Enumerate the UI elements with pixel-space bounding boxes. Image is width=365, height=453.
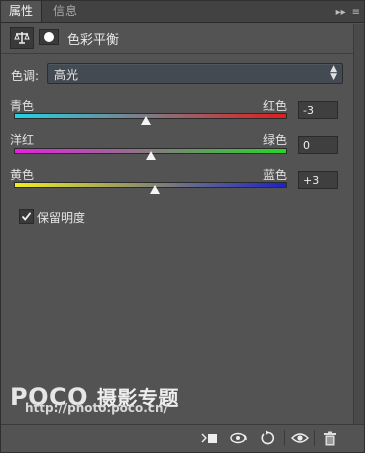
tab-controls: ▸▸ ≡ [336, 4, 360, 20]
tab-properties[interactable]: 属性 [1, 1, 43, 22]
panel-scrollbar[interactable] [353, 24, 364, 424]
reset-icon[interactable] [258, 429, 278, 447]
adjustment-header: 色彩平衡 [1, 23, 364, 54]
slider-right-label: 绿色 [263, 133, 288, 147]
trash-icon[interactable] [320, 429, 340, 447]
tab-info[interactable]: 信息 [45, 1, 85, 22]
slider-left-label: 青色 [10, 99, 35, 113]
checkmark-icon [21, 212, 32, 221]
yellow-blue-slider-thumb[interactable] [149, 185, 160, 194]
layer-mask-icon[interactable] [39, 29, 59, 45]
clip-to-layer-icon[interactable] [199, 429, 219, 447]
collapse-panels-icon[interactable]: ▸▸ [336, 7, 346, 18]
tone-label: 色调: [11, 69, 40, 83]
visibility-eye-icon[interactable] [290, 429, 310, 447]
view-previous-icon[interactable] [229, 429, 249, 447]
balance-scale-icon [10, 27, 34, 49]
tone-dropdown[interactable]: 高光 ▲ ▼ [47, 63, 343, 84]
preserve-luminosity-checkbox[interactable] [19, 209, 34, 224]
toolbar-divider [284, 430, 285, 446]
preserve-luminosity-label: 保留明度 [37, 211, 86, 225]
slider-right-label: 红色 [263, 99, 288, 113]
slider-right-label: 蓝色 [263, 168, 288, 182]
cyan-red-value-field[interactable]: -3 [298, 101, 338, 119]
panel-tab-bar: 属性 信息 ▸▸ ≡ [1, 1, 364, 23]
tone-selected-value: 高光 [54, 68, 79, 82]
slider-left-label: 黄色 [10, 168, 35, 182]
slider-left-label: 洋红 [10, 133, 35, 147]
magenta-green-slider-thumb[interactable] [145, 151, 156, 160]
panel-menu-icon[interactable]: ≡ [352, 7, 360, 18]
adjustment-title: 色彩平衡 [67, 33, 120, 48]
watermark-url: http://photo.poco.cn/ [25, 401, 168, 415]
dropdown-arrows-icon: ▲ ▼ [330, 64, 337, 82]
toolbar-divider [314, 430, 315, 446]
magenta-green-value-field[interactable]: 0 [298, 136, 338, 154]
bottom-toolbar [1, 424, 364, 452]
cyan-red-slider-thumb[interactable] [141, 116, 152, 125]
yellow-blue-value-field[interactable]: +3 [298, 171, 338, 189]
